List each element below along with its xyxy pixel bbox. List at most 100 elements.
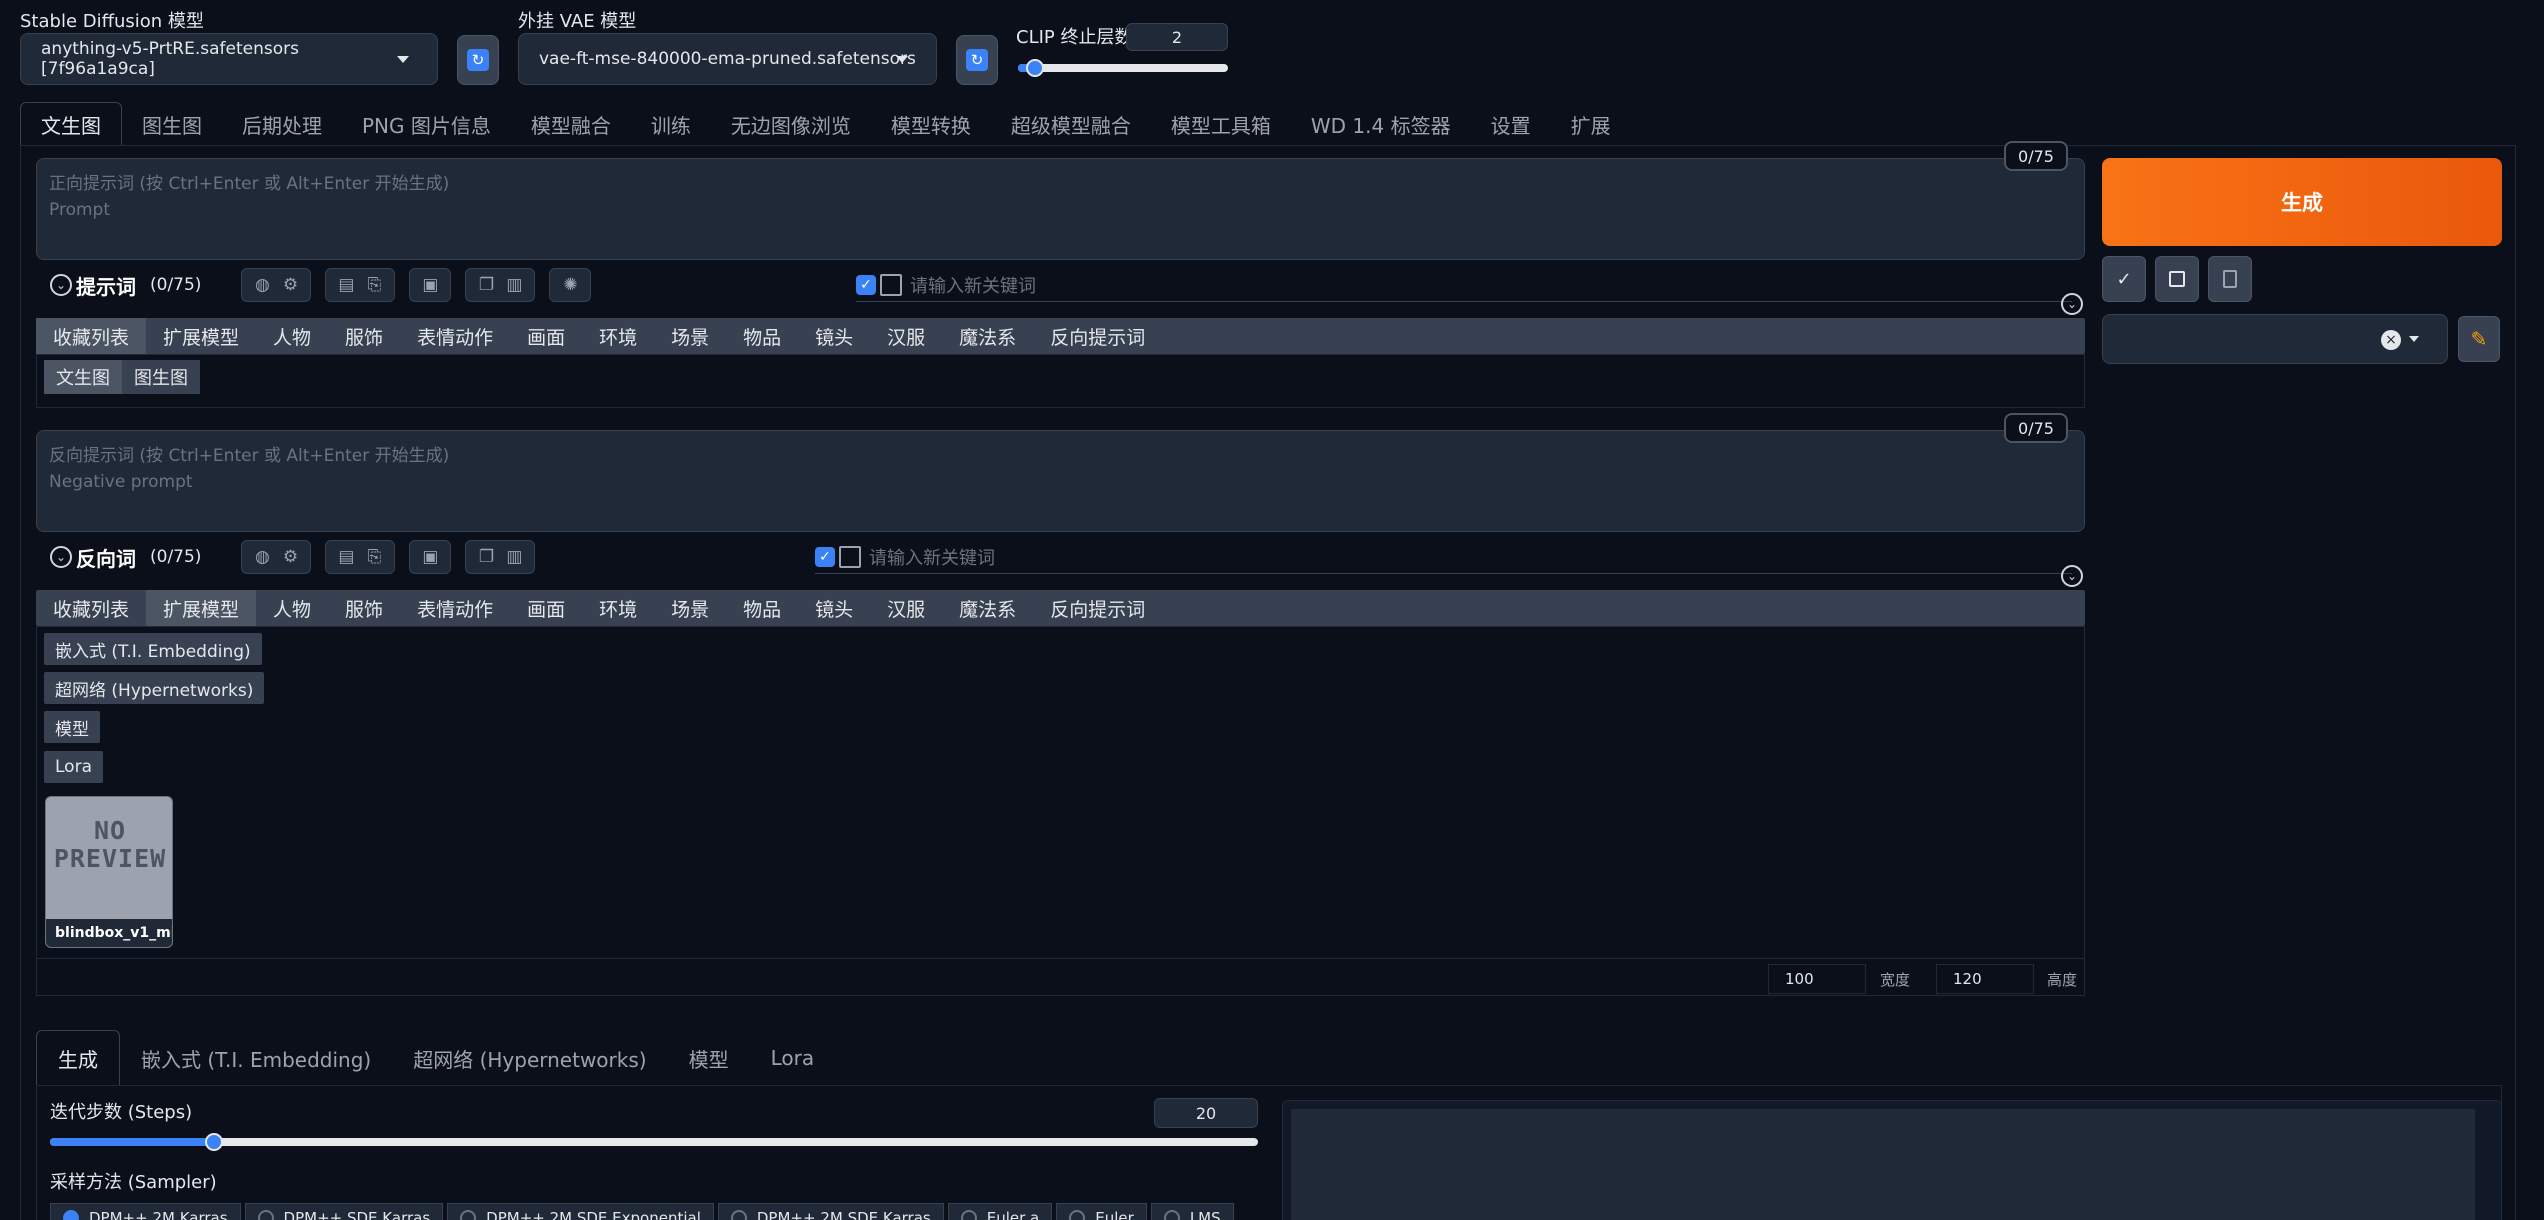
category-tab[interactable]: 环境 — [582, 318, 654, 354]
generate-button[interactable]: 生成 — [2102, 158, 2502, 246]
prompt-expand-icon[interactable]: ⌄ — [2061, 293, 2083, 315]
category-tab[interactable]: 表情动作 — [400, 318, 510, 354]
clear-button[interactable] — [2208, 256, 2252, 302]
main-tab[interactable]: 超级模型融合 — [991, 102, 1151, 146]
category-tab[interactable]: 物品 — [726, 590, 798, 626]
bottom-tab[interactable]: Lora — [750, 1030, 836, 1086]
bookmark-icon[interactable]: ⎘ — [360, 271, 388, 299]
lora-card[interactable]: NO PREVIEW blindbox_v1_mix — [45, 796, 173, 948]
category-tab[interactable]: 扩展模型 — [146, 318, 256, 354]
bookmark-icon[interactable]: ⎘ — [360, 543, 388, 571]
sampler-option[interactable]: DPM++ 2M Karras — [50, 1203, 241, 1220]
negative-expand-icon[interactable]: ⌄ — [2061, 565, 2083, 587]
category-tab[interactable]: 环境 — [582, 590, 654, 626]
clip-skip-slider[interactable] — [1018, 59, 1228, 77]
apply-style-button[interactable]: ✓ — [2102, 256, 2146, 302]
category-tab[interactable]: 人物 — [256, 318, 328, 354]
sampler-option[interactable]: LMS — [1150, 1203, 1234, 1220]
clear-x-icon[interactable]: × — [2381, 330, 2401, 350]
category-tab[interactable]: 收藏列表 — [36, 318, 147, 354]
category-tab[interactable]: 反向提示词 — [1033, 590, 1162, 626]
history-icon[interactable]: ▤ — [332, 543, 360, 571]
trash-icon[interactable]: ▥ — [500, 271, 528, 299]
category-tab[interactable]: 物品 — [726, 318, 798, 354]
vae-refresh-button[interactable]: ↻ — [956, 35, 998, 85]
steps-slider[interactable] — [50, 1133, 1258, 1151]
main-tab[interactable]: 图生图 — [122, 102, 222, 146]
prompt-subtab[interactable]: 图生图 — [122, 360, 200, 394]
ai-icon[interactable]: ▣ — [416, 543, 444, 571]
category-tab[interactable]: 服饰 — [328, 318, 400, 354]
chip-lora[interactable]: Lora — [44, 751, 103, 783]
main-tab[interactable]: PNG 图片信息 — [342, 102, 511, 146]
chip-model[interactable]: 模型 — [44, 711, 100, 743]
history-icon[interactable]: ▤ — [332, 271, 360, 299]
main-tab[interactable]: 无边图像浏览 — [711, 102, 871, 146]
category-tab[interactable]: 服饰 — [328, 590, 400, 626]
steps-input[interactable]: 20 — [1154, 1098, 1258, 1128]
card-width-input[interactable]: 100 — [1768, 964, 1866, 994]
category-tab[interactable]: 表情动作 — [400, 590, 510, 626]
sampler-option[interactable]: DPM++ 2M SDE Karras — [717, 1203, 944, 1220]
main-tab[interactable]: 模型融合 — [511, 102, 631, 146]
sampler-option[interactable]: Euler — [1056, 1203, 1147, 1220]
category-tab[interactable]: 汉服 — [870, 590, 942, 626]
clip-skip-slider-thumb[interactable] — [1026, 59, 1044, 77]
category-tab[interactable]: 镜头 — [798, 590, 870, 626]
main-tab[interactable]: 设置 — [1471, 102, 1551, 146]
sd-model-dropdown[interactable]: anything-v5-PrtRE.safetensors [7f96a1a9c… — [20, 33, 438, 85]
sampler-option[interactable]: DPM++ 2M SDE Exponential — [447, 1203, 714, 1220]
clip-skip-input[interactable]: 2 — [1126, 23, 1228, 51]
negative-prompt-input[interactable]: 反向提示词 (按 Ctrl+Enter 或 Alt+Enter 开始生成) Ne… — [36, 430, 2085, 532]
chatgpt-icon[interactable]: ✺ — [556, 271, 584, 299]
main-tab[interactable]: 文生图 — [20, 102, 122, 146]
category-tab[interactable]: 镜头 — [798, 318, 870, 354]
copy-style-button[interactable] — [2155, 256, 2199, 302]
category-tab[interactable]: 魔法系 — [942, 318, 1033, 354]
main-tab[interactable]: 模型工具箱 — [1151, 102, 1291, 146]
negative-keyword-input[interactable]: ✓ 请输入新关键词 — [815, 540, 2072, 574]
collapse-icon[interactable]: ⌄ — [50, 546, 72, 568]
ai-icon[interactable]: ▣ — [416, 271, 444, 299]
category-tab[interactable]: 收藏列表 — [36, 590, 146, 626]
globe-icon[interactable]: ◍ — [248, 543, 276, 571]
chip-embedding[interactable]: 嵌入式 (T.I. Embedding) — [44, 633, 262, 665]
vae-dropdown[interactable]: vae-ft-mse-840000-ema-pruned.safetensors — [518, 33, 937, 85]
category-tab[interactable]: 汉服 — [870, 318, 942, 354]
category-tab[interactable]: 人物 — [256, 590, 328, 626]
keyword-checkbox[interactable]: ✓ — [815, 546, 835, 567]
edit-styles-button[interactable]: ✎ — [2458, 316, 2500, 362]
bottom-tab[interactable]: 模型 — [668, 1030, 750, 1086]
bottom-tab[interactable]: 超网络 (Hypernetworks) — [392, 1030, 667, 1086]
prompt-keyword-input[interactable]: ✓ 请输入新关键词 — [856, 268, 2072, 302]
main-tab[interactable]: WD 1.4 标签器 — [1291, 102, 1471, 146]
prompt-input[interactable]: 正向提示词 (按 Ctrl+Enter 或 Alt+Enter 开始生成) Pr… — [36, 158, 2085, 260]
main-tab[interactable]: 模型转换 — [871, 102, 991, 146]
trash-icon[interactable]: ▥ — [500, 543, 528, 571]
styles-dropdown[interactable]: × — [2102, 314, 2448, 364]
category-tab[interactable]: 扩展模型 — [146, 590, 257, 626]
sd-model-refresh-button[interactable]: ↻ — [457, 35, 499, 85]
gear-icon[interactable]: ⚙ — [276, 543, 304, 571]
main-tab[interactable]: 训练 — [631, 102, 711, 146]
main-tab[interactable]: 扩展 — [1551, 102, 1631, 146]
chip-hypernetworks[interactable]: 超网络 (Hypernetworks) — [44, 672, 265, 704]
copy-icon[interactable]: ❐ — [472, 271, 500, 299]
category-tab[interactable]: 场景 — [654, 318, 726, 354]
copy-icon[interactable]: ❐ — [472, 543, 500, 571]
keyword-checkbox[interactable]: ✓ — [856, 274, 876, 295]
main-tab[interactable]: 后期处理 — [222, 102, 342, 146]
card-height-input[interactable]: 120 — [1936, 964, 2034, 994]
category-tab[interactable]: 魔法系 — [942, 590, 1033, 626]
sampler-option[interactable]: DPM++ SDE Karras — [244, 1203, 444, 1220]
sampler-option[interactable]: Euler a — [947, 1203, 1053, 1220]
prompt-subtab[interactable]: 文生图 — [44, 360, 122, 394]
steps-slider-thumb[interactable] — [205, 1133, 223, 1151]
category-tab[interactable]: 反向提示词 — [1033, 318, 1162, 354]
globe-icon[interactable]: ◍ — [248, 271, 276, 299]
category-tab[interactable]: 画面 — [510, 318, 582, 354]
collapse-icon[interactable]: ⌄ — [50, 274, 72, 296]
bottom-tab[interactable]: 嵌入式 (T.I. Embedding) — [120, 1030, 392, 1086]
bottom-tab[interactable]: 生成 — [36, 1030, 120, 1086]
category-tab[interactable]: 场景 — [654, 590, 726, 626]
